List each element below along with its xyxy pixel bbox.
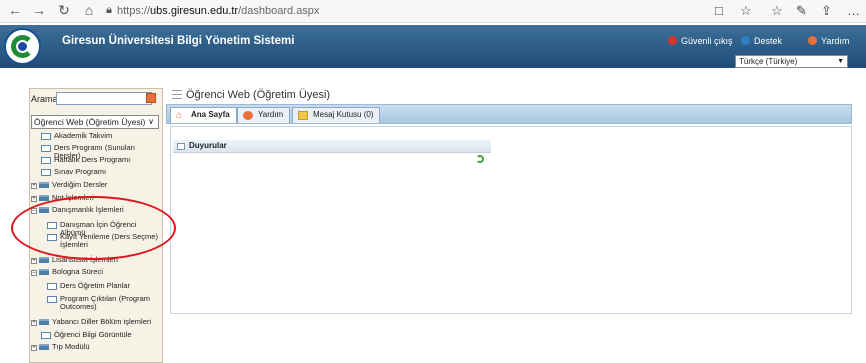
- help-link[interactable]: Yardım: [808, 36, 849, 46]
- announcements-title: Duyurular: [189, 141, 227, 150]
- module-value: Öğrenci Web (Öğretim Üyesi): [34, 117, 146, 127]
- logout-link[interactable]: Güvenli çıkış: [668, 36, 733, 46]
- menu-item[interactable]: Akademik Takvim: [54, 132, 160, 140]
- module-select[interactable]: Öğrenci Web (Öğretim Üyesi) ∨: [31, 115, 159, 129]
- logout-label: Güvenli çıkış: [681, 36, 733, 46]
- lock-icon: 🔒︎: [106, 4, 112, 16]
- menu-item[interactable]: Öğrenci Bilgi Görüntüle: [54, 331, 160, 339]
- menu-item[interactable]: Haftalık Ders Programı: [54, 156, 160, 164]
- content-panel: Duyurular: [170, 126, 852, 314]
- page-icon: [41, 169, 51, 176]
- home-icon: ⌂: [176, 110, 183, 121]
- expand-toggle-icon[interactable]: +: [31, 183, 37, 189]
- back-icon[interactable]: ←: [6, 2, 24, 18]
- expand-toggle-icon[interactable]: –: [31, 270, 37, 276]
- menu-item[interactable]: Tıp Modülü: [52, 343, 152, 351]
- page-icon: [41, 157, 51, 164]
- more-icon[interactable]: …: [847, 3, 860, 18]
- help-icon: [808, 36, 817, 45]
- page-icon: [41, 145, 51, 152]
- notes-icon[interactable]: ✎: [796, 3, 807, 19]
- language-select[interactable]: Türkçe (Türkiye) ▼: [735, 55, 848, 68]
- document-icon: [177, 143, 185, 150]
- folder-icon: [39, 195, 49, 201]
- favorites-icon[interactable]: ☆: [771, 3, 783, 19]
- page-icon: [41, 332, 51, 339]
- chevron-down-icon: ▼: [837, 58, 844, 65]
- menu-item[interactable]: Bologna Süreci: [52, 268, 152, 276]
- url-path: /dashboard.aspx: [238, 5, 320, 17]
- tab-help-label: Yardım: [258, 110, 284, 119]
- menu-item[interactable]: Verdiğim Dersler: [52, 181, 152, 189]
- logout-icon: [668, 36, 677, 45]
- tab-home-label: Ana Sayfa: [191, 110, 230, 119]
- search-input[interactable]: [56, 92, 152, 105]
- tab-bar: ⌂ Ana Sayfa Yardım Mesaj Kutusu (0): [166, 104, 852, 124]
- search-button[interactable]: [146, 93, 156, 103]
- mail-icon: [298, 111, 308, 120]
- support-label: Destek: [754, 36, 783, 46]
- expand-toggle-icon[interactable]: +: [31, 345, 37, 351]
- help-label: Yardım: [821, 36, 850, 46]
- menu-item[interactable]: Sınav Programı: [54, 168, 160, 176]
- menu-item[interactable]: Program Çıktıları (Program Outcomes): [60, 295, 160, 311]
- support-icon: [741, 36, 750, 45]
- menu-item[interactable]: Yabancı Diller Bölüm işlemleri: [52, 318, 152, 326]
- tab-help[interactable]: Yardım: [237, 107, 291, 123]
- expand-toggle-icon[interactable]: +: [31, 258, 37, 264]
- browser-toolbar: ← → ↻ ⌂ 🔒︎ https://ubs.giresun.edu.tr/da…: [0, 0, 866, 23]
- page-icon: [47, 283, 57, 290]
- announcements-header: Duyurular: [173, 140, 491, 153]
- folder-icon: [39, 344, 49, 350]
- tab-messages-label: Mesaj Kutusu (0): [313, 110, 374, 119]
- university-logo: [4, 28, 41, 65]
- refresh-icon[interactable]: ↻: [55, 2, 73, 19]
- folder-icon: [39, 269, 49, 275]
- main-content: Öğrenci Web (Öğretim Üyesi) ⌂ Ana Sayfa Y…: [166, 82, 866, 363]
- language-value: Türkçe (Türkiye): [739, 57, 798, 66]
- refresh-icon[interactable]: [476, 155, 484, 163]
- address-bar[interactable]: https://ubs.giresun.edu.tr/dashboard.asp…: [117, 5, 319, 17]
- app-title: Giresun Üniversitesi Bilgi Yönetim Siste…: [62, 35, 295, 47]
- home-icon[interactable]: ⌂: [80, 2, 98, 18]
- forward-icon[interactable]: →: [30, 2, 48, 18]
- page-icon: [41, 133, 51, 140]
- url-prefix: https://: [117, 5, 151, 17]
- help-icon: [243, 111, 253, 120]
- chevron-down-icon: ∨: [148, 117, 154, 126]
- support-link[interactable]: Destek: [741, 36, 782, 46]
- menu-item[interactable]: Ders Öğretim Planlar: [60, 282, 160, 290]
- folder-icon: [39, 319, 49, 325]
- url-domain: ubs.giresun.edu.tr: [150, 5, 239, 17]
- share-icon[interactable]: ⇪: [821, 3, 832, 19]
- favorite-icon[interactable]: ☆: [740, 3, 752, 19]
- tab-home[interactable]: ⌂ Ana Sayfa: [170, 107, 237, 123]
- tab-messages[interactable]: Mesaj Kutusu (0): [292, 107, 381, 123]
- page-icon: [47, 296, 57, 303]
- page-title: Öğrenci Web (Öğretim Üyesi): [186, 89, 331, 101]
- reading-view-icon[interactable]: □: [715, 3, 723, 18]
- highlight-circle: [11, 196, 176, 260]
- folder-icon: [39, 257, 49, 263]
- expand-toggle-icon[interactable]: +: [31, 196, 37, 202]
- menu-icon: [172, 90, 182, 99]
- folder-icon: [39, 182, 49, 188]
- expand-toggle-icon[interactable]: +: [31, 320, 37, 326]
